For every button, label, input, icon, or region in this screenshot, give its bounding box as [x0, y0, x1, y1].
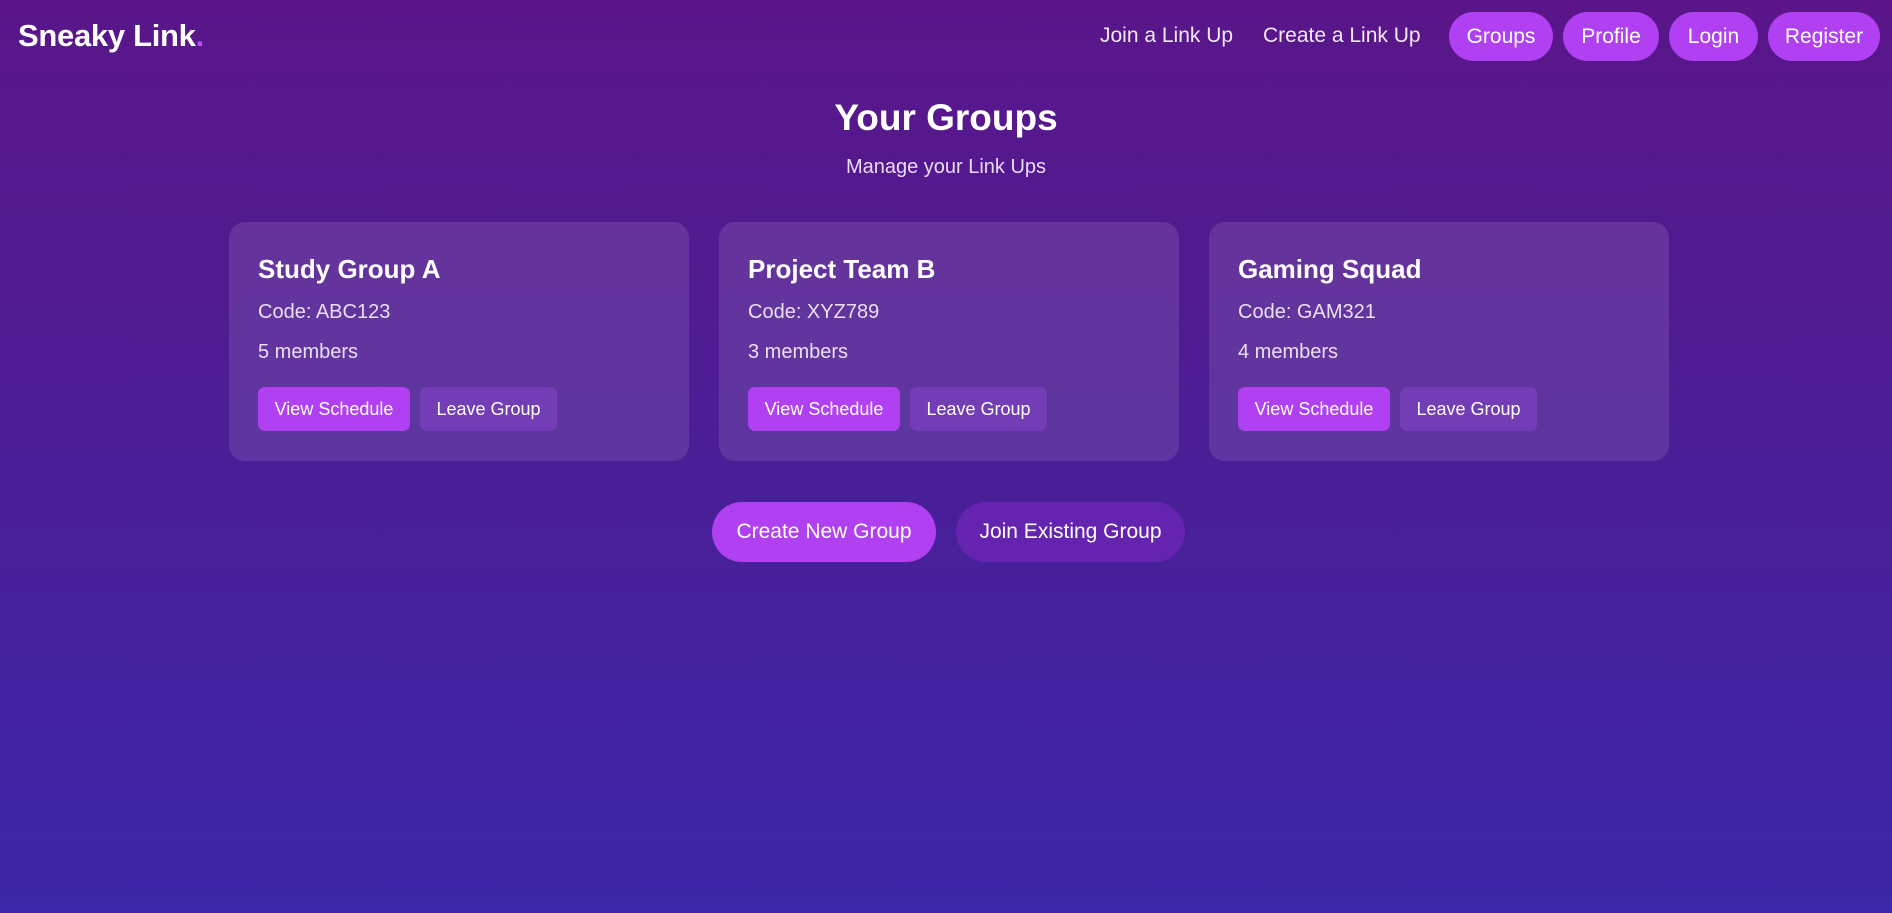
group-code: Code: ABC123: [258, 301, 391, 323]
group-card: Study Group A Code: ABC123 5 members Vie…: [229, 222, 689, 461]
leave-group-button[interactable]: Leave Group: [420, 387, 557, 431]
page-subtitle: Manage your Link Ups: [845, 156, 1047, 178]
group-name: Gaming Squad: [1238, 254, 1422, 284]
group-name: Study Group A: [258, 254, 441, 284]
group-code: Code: XYZ789: [748, 301, 880, 323]
create-new-group-button[interactable]: Create New Group: [712, 502, 936, 562]
logo-dot: .: [195, 18, 205, 53]
nav-groups-button[interactable]: Groups: [1449, 12, 1553, 61]
navbar: Sneaky Link. Join a Link Up Create a Lin…: [0, 0, 1892, 76]
logo[interactable]: Sneaky Link.: [18, 18, 204, 54]
group-members: 4 members: [1238, 341, 1339, 363]
group-members: 3 members: [748, 341, 849, 363]
view-schedule-button[interactable]: View Schedule: [748, 387, 900, 431]
join-existing-group-button[interactable]: Join Existing Group: [956, 502, 1185, 562]
nav-link-create-link-up[interactable]: Create a Link Up: [1263, 24, 1421, 48]
view-schedule-button[interactable]: View Schedule: [258, 387, 410, 431]
nav-link-join-link-up[interactable]: Join a Link Up: [1100, 24, 1233, 48]
group-name: Project Team B: [748, 254, 936, 284]
nav-profile-button[interactable]: Profile: [1563, 12, 1659, 61]
leave-group-button[interactable]: Leave Group: [910, 387, 1047, 431]
group-members: 5 members: [258, 341, 359, 363]
logo-text: Sneaky Link: [18, 18, 196, 53]
group-card: Project Team B Code: XYZ789 3 members Vi…: [719, 222, 1179, 461]
view-schedule-button[interactable]: View Schedule: [1238, 387, 1390, 431]
nav-register-button[interactable]: Register: [1768, 12, 1880, 61]
leave-group-button[interactable]: Leave Group: [1400, 387, 1537, 431]
page-title: Your Groups: [834, 97, 1058, 138]
nav-login-button[interactable]: Login: [1669, 12, 1758, 61]
group-card: Gaming Squad Code: GAM321 4 members View…: [1209, 222, 1669, 461]
group-code: Code: GAM321: [1238, 301, 1376, 323]
